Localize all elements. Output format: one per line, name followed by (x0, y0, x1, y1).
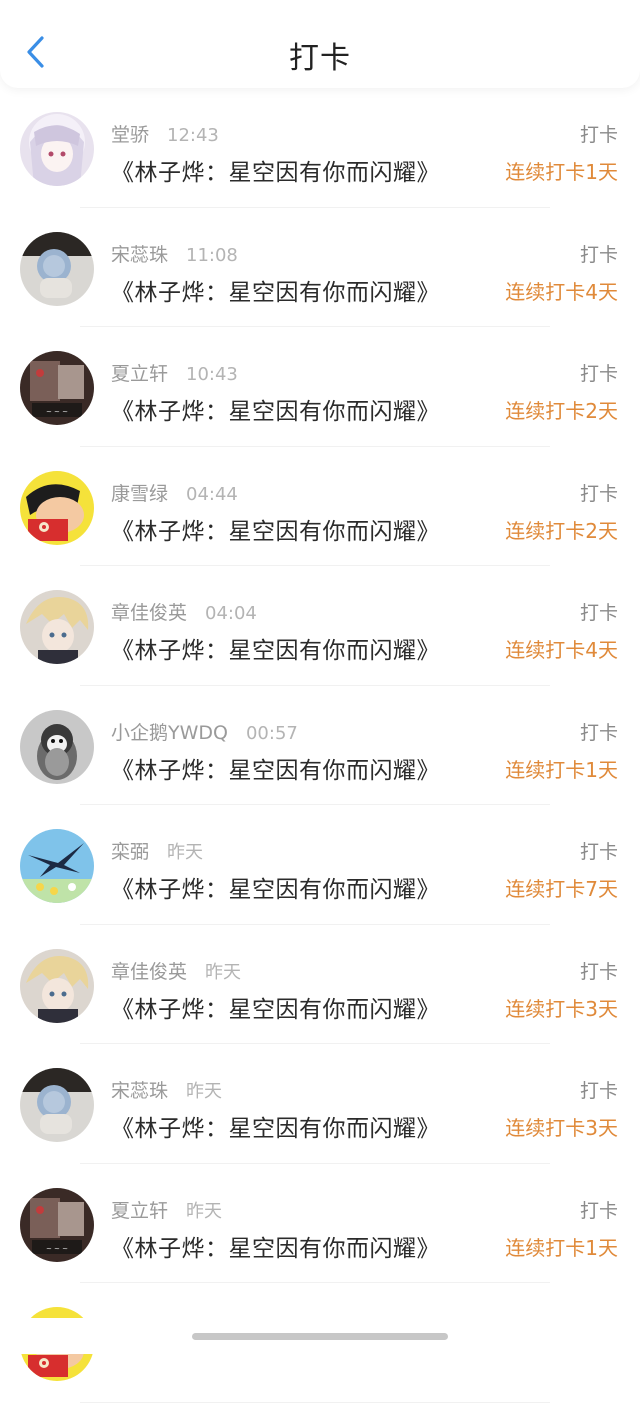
checkin-time: 昨天 (167, 842, 204, 863)
user-name: 宋蕊珠 11:08 (111, 240, 238, 267)
checkin-tag: 打卡 (579, 960, 618, 983)
user-name: 章佳俊英 04:04 (111, 598, 257, 625)
book-title: 《林子烨：星空因有你而闪耀》 (111, 160, 440, 186)
checkin-row[interactable]: 宋蕊珠 11:08 《林子烨：星空因有你而闪耀》 打卡连续打卡4天 (0, 208, 640, 327)
top-nav-bar: 打卡 (0, 0, 640, 88)
checkin-tag: 打卡 (579, 482, 618, 505)
streak-label: 连续打卡4天 (505, 279, 618, 304)
book-title: 《林子烨：星空因有你而闪耀》 (111, 757, 440, 784)
checkin-time: 00:57 (245, 722, 298, 744)
checkin-row[interactable]: 小企鹅YWDQ 00:57 《林子烨：星空因有你而闪耀》 打卡连续打卡1天 (0, 686, 640, 805)
checkin-time: 12:43 (167, 125, 219, 146)
page-title: 打卡 (289, 41, 351, 76)
checkin-row[interactable]: 堂骄 12:43 《林子烨：星空因有你而闪耀》 打卡连续打卡1天 (0, 88, 640, 208)
avatar[interactable] (20, 829, 94, 903)
avatar[interactable] (20, 1068, 94, 1142)
user-name: 栾弼 昨天 (111, 837, 203, 864)
streak-label: 连续打卡1天 (505, 757, 618, 782)
book-title: 《林子烨：星空因有你而闪耀》 (111, 279, 440, 306)
user-name-text: 堂骄 (111, 124, 150, 146)
checkin-row[interactable]: 康雪绿 04:44 《林子烨：星空因有你而闪耀》 打卡连续打卡2天 (0, 447, 640, 566)
row-divider (80, 1401, 550, 1403)
checkin-time: 昨天 (205, 961, 242, 983)
checkin-tag: 打卡 (579, 1199, 618, 1222)
checkin-time: 04:04 (205, 603, 257, 624)
avatar[interactable] (20, 470, 94, 545)
checkin-list[interactable]: 堂骄 12:43 《林子烨：星空因有你而闪耀》 打卡 连续打卡1天 宋蕊珠 11:08 《林子… (0, 88, 640, 1403)
book-title: 《林子烨：星空因有你而闪耀》 (111, 1116, 440, 1142)
checkin-tag: 打卡 (579, 602, 618, 624)
checkin-row[interactable]: 宋蕊珠 昨天《林子烨：星空因有你而闪耀》 打卡连续打卡3天 (0, 1044, 640, 1164)
streak-label: 连续打卡1天 (505, 160, 618, 184)
avatar[interactable] (20, 112, 94, 186)
book-title: 《林子烨：星空因有你而闪耀》 (111, 996, 440, 1023)
user-name-text: 宋蕊珠 (111, 1080, 169, 1102)
user-name: 堂骄 12:43 (111, 120, 219, 147)
checkin-time: 10:43 (186, 364, 238, 385)
checkin-row[interactable]: ~ ~ ~ 夏立轩 昨天《林子烨：星空因有你而闪耀》 打卡连续打卡1天 (0, 1164, 640, 1283)
checkin-time: 昨天 (186, 1081, 223, 1102)
avatar[interactable] (20, 709, 94, 784)
checkin-tag: 打卡 (579, 1080, 618, 1102)
book-title: 《林子烨：星空因有你而闪耀》 (111, 877, 440, 903)
user-name-text: 章佳俊英 (111, 960, 188, 983)
avatar[interactable]: ~ ~ ~ (20, 351, 94, 425)
avatar[interactable] (20, 590, 94, 664)
checkin-row[interactable]: ~ ~ ~ 夏立轩 10:43 《林子烨：星空因有你而闪耀》 打卡连续打卡2天 (0, 327, 640, 447)
user-name-text: 宋蕊珠 (111, 243, 169, 266)
user-name-text: 夏立轩 (111, 363, 169, 385)
avatar[interactable] (20, 231, 94, 306)
streak-label: 连续打卡1天 (505, 1235, 618, 1260)
user-name: 夏立轩 昨天 (111, 1196, 222, 1223)
user-name: 夏立轩 10:43 (111, 359, 238, 386)
checkin-tag: 打卡 (579, 243, 618, 266)
avatar[interactable]: ~ ~ ~ (20, 1187, 94, 1262)
checkin-time: 04:44 (186, 483, 238, 505)
checkin-tag: 打卡 (579, 124, 618, 146)
book-title: 《林子烨：星空因有你而闪耀》 (111, 399, 440, 425)
checkin-row[interactable]: 栾弼 昨天《林子烨：星空因有你而闪耀》 打卡连续打卡7天 (0, 805, 640, 925)
checkin-tag: 打卡 (579, 363, 618, 385)
streak-label: 连续打卡7天 (505, 877, 618, 901)
checkin-time: 昨天 (186, 1200, 223, 1222)
book-title: 《林子烨：星空因有你而闪耀》 (111, 1235, 440, 1262)
streak-label: 连续打卡3天 (505, 996, 618, 1021)
streak-label: 连续打卡4天 (505, 638, 618, 662)
streak-label: 连续打卡2天 (505, 518, 618, 543)
book-title: 《林子烨：星空因有你而闪耀》 (111, 638, 440, 664)
checkin-time: 11:08 (186, 244, 238, 266)
avatar[interactable] (20, 948, 94, 1023)
checkin-row[interactable]: 章佳俊英 04:04 《林子烨：星空因有你而闪耀》 打卡连续打卡4天 (0, 566, 640, 686)
user-name-text: 夏立轩 (111, 1199, 169, 1222)
user-name-text: 小企鹅YWDQ (111, 721, 228, 744)
svg-text:~ ~ ~: ~ ~ ~ (46, 1245, 68, 1253)
home-indicator[interactable] (192, 1333, 448, 1340)
user-name-text: 栾弼 (111, 841, 150, 863)
streak-label: 连续打卡2天 (505, 399, 618, 423)
user-name-text: 康雪绿 (111, 482, 169, 505)
svg-text:~ ~ ~: ~ ~ ~ (46, 408, 68, 416)
user-name: 宋蕊珠 昨天 (111, 1076, 222, 1103)
user-name: 小企鹅YWDQ 00:57 (111, 718, 298, 745)
streak-label: 连续打卡3天 (505, 1116, 618, 1140)
checkin-tag: 打卡 (579, 721, 618, 744)
user-name: 章佳俊英 昨天 (111, 957, 241, 984)
user-name: 康雪绿 04:44 (111, 479, 238, 506)
user-name-text: 章佳俊英 (111, 602, 188, 624)
checkin-row[interactable]: 章佳俊英 昨天《林子烨：星空因有你而闪耀》 打卡连续打卡3天 (0, 925, 640, 1044)
book-title: 《林子烨：星空因有你而闪耀》 (111, 518, 440, 545)
checkin-tag: 打卡 (579, 841, 618, 863)
